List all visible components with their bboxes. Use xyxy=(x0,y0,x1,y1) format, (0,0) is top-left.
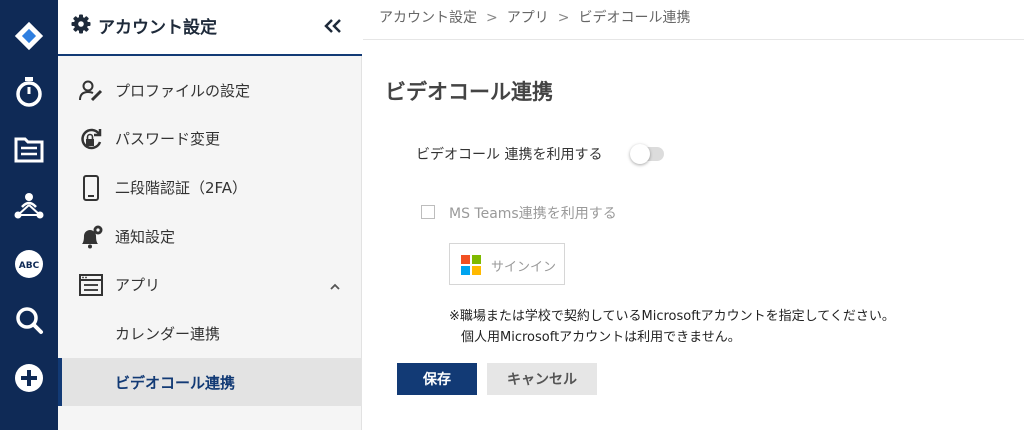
app-rail: ABC xyxy=(0,0,58,430)
page-title: ビデオコール連携 xyxy=(385,80,553,104)
note-line-2: 個人用Microsoftアカウントは利用できません。 xyxy=(461,330,741,345)
microsoft-signin-button[interactable]: サインイン xyxy=(449,243,565,285)
double-chevron-left-icon xyxy=(324,19,341,33)
abc-badge-text: ABC xyxy=(19,261,40,271)
sidebar-item-notification[interactable]: 通知設定 xyxy=(58,212,362,260)
abc-badge-icon[interactable]: ABC xyxy=(0,242,58,286)
sidebar-item-profile[interactable]: プロファイルの設定 xyxy=(58,66,362,114)
stopwatch-icon[interactable] xyxy=(0,70,58,114)
phone-icon xyxy=(78,175,104,201)
sidebar-item-label: 二段階認証（2FA） xyxy=(115,179,248,197)
breadcrumb-item-account[interactable]: アカウント設定 xyxy=(379,10,477,26)
toggle-knob xyxy=(630,144,650,164)
save-button[interactable]: 保存 xyxy=(397,363,477,395)
collapse-sidebar-button[interactable] xyxy=(320,13,346,39)
breadcrumb-item-current: ビデオコール連携 xyxy=(578,10,691,26)
breadcrumb-separator: > xyxy=(486,10,498,26)
breadcrumb-separator: > xyxy=(557,10,570,26)
videocall-toggle-label: ビデオコール 連携を利用する xyxy=(416,147,603,163)
logo-diamond-icon[interactable] xyxy=(0,14,58,58)
sidebar-item-label: プロファイルの設定 xyxy=(115,82,251,100)
videocall-toggle[interactable] xyxy=(630,144,664,164)
settings-sidebar: アカウント設定 プロファイルの設定 パスワード変更 二段階認証（2FA） 通知設… xyxy=(58,0,362,430)
sidebar-item-videocall[interactable]: ビデオコール連携 xyxy=(58,358,362,406)
signin-label: サインイン xyxy=(491,260,557,275)
sidebar-item-password[interactable]: パスワード変更 xyxy=(58,114,362,162)
bell-gear-icon xyxy=(78,224,104,250)
microsoft-logo-icon xyxy=(461,255,481,275)
sidebar-item-calendar[interactable]: カレンダー連携 xyxy=(58,309,362,357)
breadcrumb-divider xyxy=(363,39,1024,40)
breadcrumb-item-apps[interactable]: アプリ xyxy=(507,10,549,26)
sidebar-item-apps[interactable]: アプリ xyxy=(58,260,362,308)
sidebar-item-label: パスワード変更 xyxy=(115,130,221,148)
sidebar-item-2fa[interactable]: 二段階認証（2FA） xyxy=(58,163,362,211)
cancel-button[interactable]: キャンセル xyxy=(487,363,597,395)
breadcrumb: アカウント設定 > アプリ > ビデオコール連携 xyxy=(379,7,690,27)
chevron-up-icon xyxy=(329,277,341,296)
search-icon[interactable] xyxy=(0,298,58,342)
sidebar-title: アカウント設定 xyxy=(98,18,217,38)
profile-edit-icon xyxy=(78,78,104,104)
password-lock-icon xyxy=(78,126,104,152)
sidebar-item-label: 通知設定 xyxy=(115,228,176,246)
sidebar-header: アカウント設定 xyxy=(58,0,362,56)
microsoft-account-note: ※職場または学校で契約しているMicrosoftアカウントを指定してください。 … xyxy=(449,306,895,348)
teams-checkbox-label: MS Teams連携を利用する xyxy=(449,206,617,222)
document-list-icon[interactable] xyxy=(0,127,58,171)
main-content: アカウント設定 > アプリ > ビデオコール連携 ビデオコール連携 ビデオコール 連携を… xyxy=(363,0,1024,430)
sidebar-item-label: カレンダー連携 xyxy=(115,325,221,343)
sidebar-item-label: アプリ xyxy=(115,276,161,294)
app-window-icon xyxy=(78,272,104,298)
gear-icon xyxy=(71,14,91,38)
teams-checkbox[interactable] xyxy=(421,205,435,219)
add-circle-icon[interactable] xyxy=(0,356,58,400)
people-network-icon[interactable] xyxy=(0,184,58,228)
sidebar-item-label: ビデオコール連携 xyxy=(115,374,236,392)
note-line-1: ※職場または学校で契約しているMicrosoftアカウントを指定してください。 xyxy=(449,309,895,324)
